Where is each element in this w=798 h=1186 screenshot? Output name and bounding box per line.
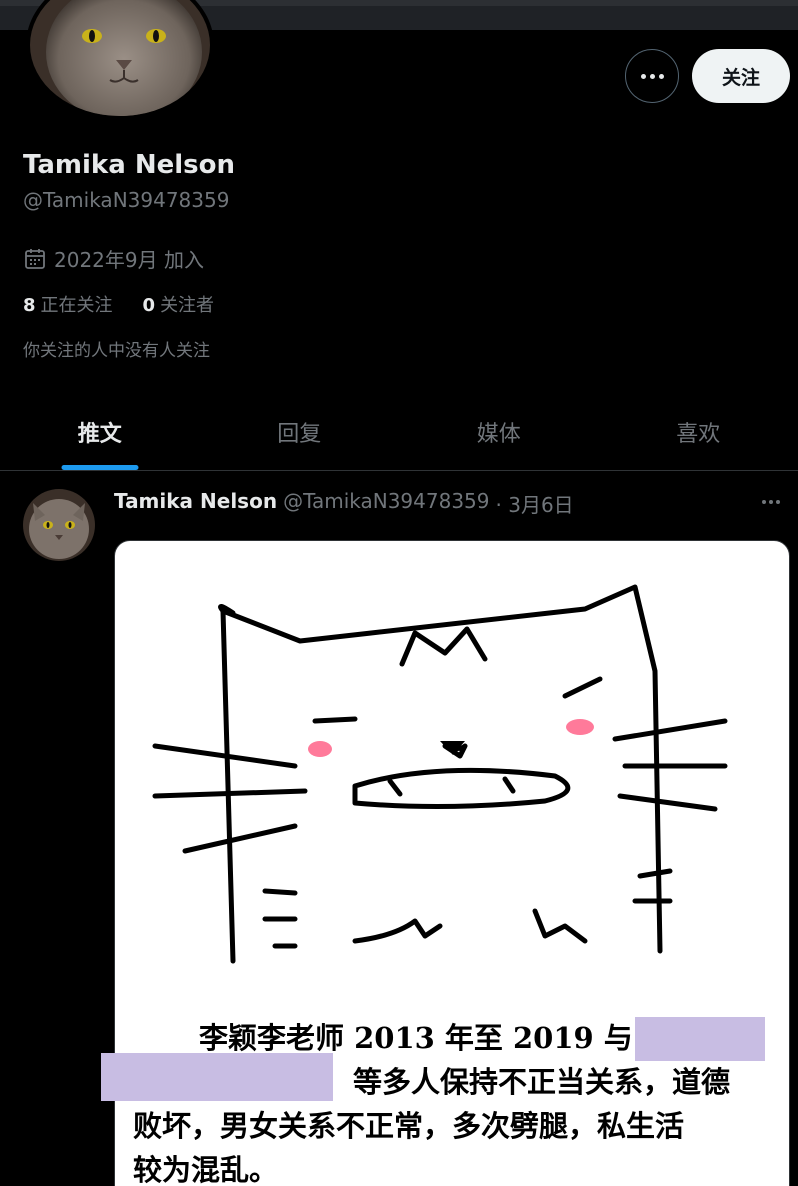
profile-avatar[interactable] [26,0,214,120]
tweet-header: Tamika Nelson @TamikaN39478359 · 3月6日 [114,489,574,518]
profile-handle: @TamikaN39478359 [23,188,230,212]
more-options-button[interactable] [625,49,679,103]
redaction-box [635,1017,765,1061]
tweet-date[interactable]: · 3月6日 [496,489,574,518]
dot-icon [640,73,646,79]
follow-button[interactable]: 关注 [692,49,790,103]
tweet-author-name[interactable]: Tamika Nelson [114,489,277,518]
dot-icon [769,500,773,504]
tab-posts[interactable]: 推文 [0,394,200,470]
caption-line: 较为混乱。 [133,1153,279,1186]
calendar-icon [25,248,45,269]
tweet-author-handle[interactable]: @TamikaN39478359 [283,489,489,518]
profile-tabs: 推文 回复 媒体 喜欢 [0,394,798,471]
followers-count: 0 [142,295,156,316]
caption-line: 败坏，男女关系不正常，多次劈腿，私生活 [133,1109,685,1143]
joined-label: 2022年9月 加入 [54,248,204,272]
profile-display-name: Tamika Nelson [23,150,235,180]
dot-icon [649,73,655,79]
mutual-followers-note: 你关注的人中没有人关注 [23,341,210,361]
following-link[interactable]: 8 正在关注 [23,291,113,317]
tweet-more-button[interactable] [762,500,780,504]
following-count: 8 [23,295,36,316]
tab-media[interactable]: 媒体 [399,394,599,470]
dot-icon [776,500,780,504]
tab-replies[interactable]: 回复 [200,394,400,470]
joined-date: 2022年9月 加入 [24,244,204,273]
followers-link[interactable]: 0 关注者 [143,291,215,317]
redaction-box [101,1053,333,1101]
dot-icon [762,500,766,504]
cat-drawing [152,584,728,964]
following-label: 正在关注 [40,295,113,316]
tweet-author-avatar[interactable] [23,489,95,561]
follow-stats: 8 正在关注 0 关注者 [23,291,214,317]
tab-likes[interactable]: 喜欢 [599,394,798,470]
followers-label: 关注者 [160,295,215,316]
dot-icon [658,73,664,79]
